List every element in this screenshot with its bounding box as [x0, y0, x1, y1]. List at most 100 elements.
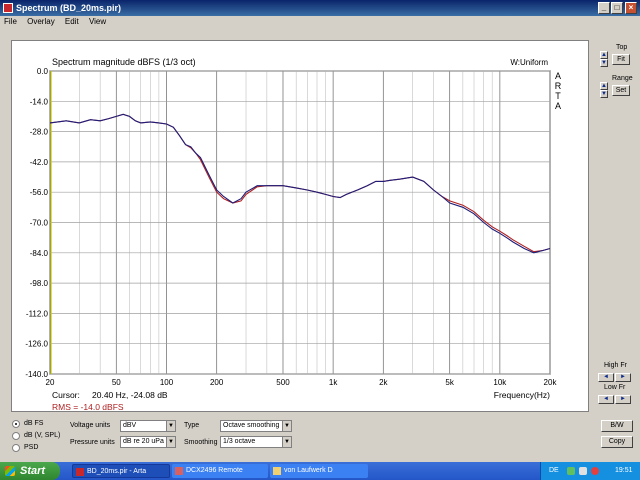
voltage-units-label: Voltage units — [70, 422, 111, 429]
radio-db-v-spl[interactable] — [12, 432, 20, 440]
cursor-readout: 20.40 Hz, -24.08 dB — [92, 390, 168, 400]
volume-icon[interactable] — [579, 467, 587, 475]
chevron-down-icon: ▼ — [282, 421, 291, 431]
top-label: Top — [616, 44, 628, 51]
task-dcx2496-label: DCX2496 Remote — [186, 467, 243, 474]
y-tick-label: -28.0 — [30, 128, 49, 137]
radio-dbfs[interactable] — [12, 420, 20, 428]
radio-db-v-spl-label: dB (V, SPL) — [24, 432, 61, 439]
start-label: Start — [20, 465, 46, 477]
network-icon[interactable] — [567, 467, 575, 475]
set-button[interactable]: Set — [612, 85, 630, 96]
type-label: Type — [184, 422, 200, 429]
type-value: Octave smoothing — [223, 422, 280, 429]
menu-file[interactable]: File — [4, 17, 17, 26]
title-bar[interactable]: Spectrum (BD_20ms.pir) _ □ × — [0, 0, 640, 16]
start-button[interactable]: Start — [0, 462, 60, 480]
minimize-button[interactable]: _ — [598, 2, 610, 14]
range-up-arrow-icon[interactable]: ▲ — [600, 82, 608, 90]
fit-button[interactable]: Fit — [612, 54, 630, 65]
app-icon — [3, 3, 13, 13]
chevron-down-icon: ▼ — [282, 437, 291, 447]
system-tray: DE 19:51 — [540, 462, 640, 480]
window-label: W:Uniform — [510, 58, 548, 67]
x-axis-label: Frequency(Hz) — [494, 390, 550, 400]
cursor-label: Cursor: — [52, 390, 80, 400]
brand-letter: T — [555, 91, 561, 101]
spectrum-window: Spectrum (BD_20ms.pir) _ □ × File Overla… — [0, 0, 640, 462]
task-laufwerk-label: von Laufwerk D — [284, 467, 333, 474]
task-dcx2496[interactable]: DCX2496 Remote — [172, 464, 268, 478]
arta-app-icon — [76, 468, 84, 476]
smoothing-value: 1/3 octave — [223, 438, 256, 445]
y-tick-label: 0.0 — [37, 67, 49, 76]
y-tick-label: -84.0 — [30, 249, 49, 258]
smoothing-select[interactable]: 1/3 octave ▼ — [220, 436, 292, 448]
range-down-arrow-icon[interactable]: ▼ — [600, 90, 608, 98]
rms-readout: RMS = -14.0 dBFS — [52, 402, 124, 412]
brand-letter: A — [555, 71, 561, 81]
low-fr-left-arrow-icon[interactable]: ◄ — [598, 395, 614, 404]
x-tick-label: 50 — [112, 378, 121, 387]
y-tick-label: -42.0 — [30, 158, 49, 167]
menu-view[interactable]: View — [89, 17, 106, 26]
high-fr-right-arrow-icon[interactable]: ► — [615, 373, 631, 382]
top-up-arrow-icon[interactable]: ▲ — [600, 51, 608, 59]
smoothing-label: Smoothing — [184, 439, 218, 446]
x-tick-label: 20k — [544, 378, 558, 387]
high-fr-label: High Fr — [604, 362, 627, 369]
menu-bar: File Overlay Edit View — [0, 16, 640, 28]
security-icon[interactable] — [591, 467, 599, 475]
x-tick-label: 10k — [493, 378, 507, 387]
x-tick-label: 5k — [445, 378, 454, 387]
x-tick-label: 1k — [329, 378, 338, 387]
chart-title: Spectrum magnitude dBFS (1/3 oct) — [52, 57, 196, 67]
top-down-arrow-icon[interactable]: ▼ — [600, 59, 608, 67]
chevron-down-icon: ▼ — [166, 421, 175, 431]
low-fr-right-arrow-icon[interactable]: ► — [615, 395, 631, 404]
radio-dbfs-label: dB FS — [24, 420, 44, 427]
taskbar: Start BD_20ms.pir - Arta DCX2496 Remote … — [0, 462, 640, 480]
task-laufwerk[interactable]: von Laufwerk D — [270, 464, 368, 478]
y-tick-label: -112.0 — [26, 309, 49, 318]
bw-button[interactable]: B/W — [601, 420, 633, 432]
task-arta[interactable]: BD_20ms.pir - Arta — [72, 464, 170, 478]
close-button[interactable]: × — [625, 2, 637, 14]
x-tick-label: 200 — [210, 378, 224, 387]
x-tick-label: 100 — [160, 378, 174, 387]
y-tick-label: -70.0 — [30, 219, 49, 228]
range-label: Range — [612, 75, 633, 82]
x-tick-label: 20 — [46, 378, 55, 387]
voltage-units-select[interactable]: dBV ▼ — [120, 420, 176, 432]
right-panel: Top ▲ ▼ Fit Range ▲ ▼ Set High Fr ◄ ► Lo… — [592, 40, 640, 420]
pressure-units-select[interactable]: dB re 20 uPa ▼ — [120, 436, 176, 448]
bottom-controls: dB FS dB (V, SPL) PSD Voltage units dBV … — [0, 414, 640, 462]
dcx2496-app-icon — [175, 467, 183, 475]
low-fr-label: Low Fr — [604, 384, 626, 391]
type-select[interactable]: Octave smoothing ▼ — [220, 420, 292, 432]
clock: 19:51 — [615, 467, 633, 474]
y-tick-label: -126.0 — [25, 340, 48, 349]
chevron-down-icon: ▼ — [166, 437, 175, 447]
brand-letter: A — [555, 101, 561, 111]
plot-panel: 0.0 -14.0 -28.0 -42.0 -56.0 -70.0 -84.0 -98.0 -1… — [11, 40, 589, 412]
radio-psd-label: PSD — [24, 444, 39, 451]
y-tick-label: -14.0 — [30, 97, 49, 106]
radio-psd[interactable] — [12, 444, 20, 452]
y-tick-label: -56.0 — [30, 188, 49, 197]
windows-logo-icon — [5, 466, 15, 476]
x-tick-label: 2k — [379, 378, 388, 387]
language-indicator[interactable]: DE — [549, 462, 559, 480]
brand-letter: R — [555, 81, 562, 91]
menu-overlay[interactable]: Overlay — [27, 17, 55, 26]
y-tick-label: -98.0 — [30, 279, 49, 288]
high-fr-left-arrow-icon[interactable]: ◄ — [598, 373, 614, 382]
task-arta-label: BD_20ms.pir - Arta — [87, 468, 147, 475]
maximize-button[interactable]: □ — [611, 2, 623, 14]
copy-button[interactable]: Copy — [601, 436, 633, 448]
voltage-units-value: dBV — [123, 422, 137, 429]
menu-edit[interactable]: Edit — [65, 17, 79, 26]
folder-icon — [273, 467, 281, 475]
spectrum-chart[interactable]: 0.0 -14.0 -28.0 -42.0 -56.0 -70.0 -84.0 -98.0 -1… — [12, 41, 590, 413]
pressure-units-label: Pressure units — [70, 439, 115, 446]
